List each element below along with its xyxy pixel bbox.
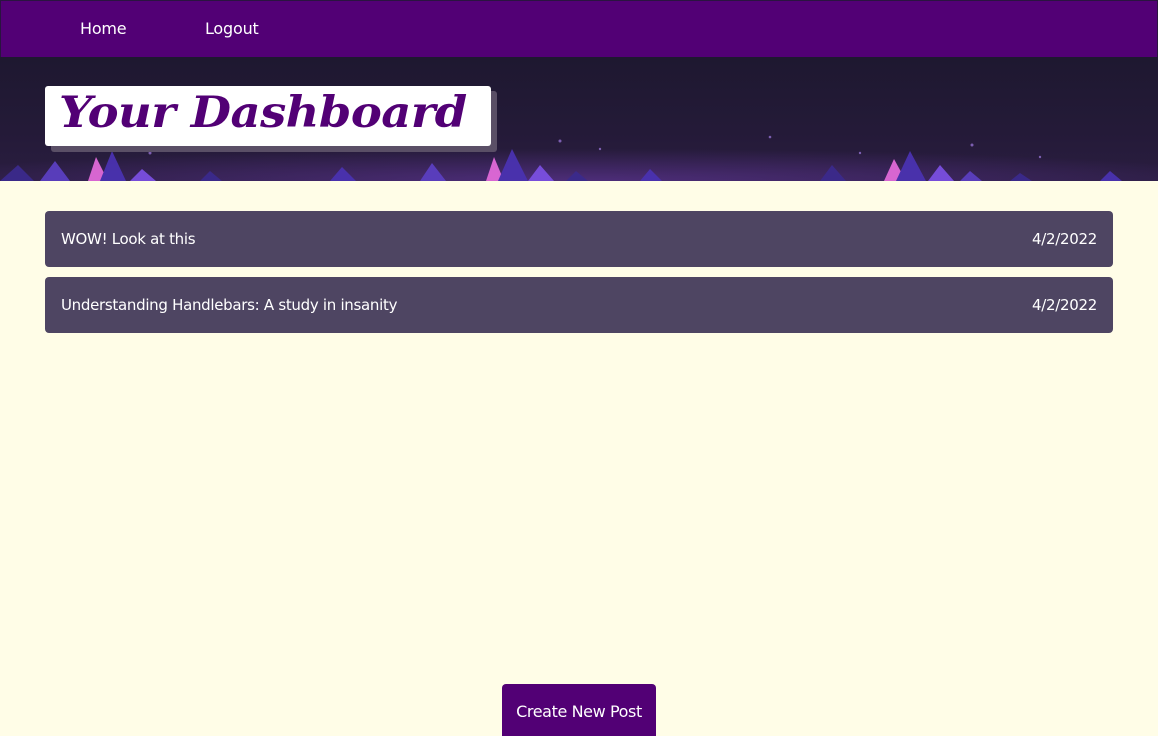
create-new-post-button[interactable]: Create New Post [502,684,656,736]
nav-link-logout[interactable]: Logout [205,19,259,38]
page-title: Your Dashboard [59,88,467,138]
header-banner: Your Dashboard [0,57,1158,181]
post-date: 4/2/2022 [1032,296,1097,314]
top-navbar: Home Logout [0,0,1158,57]
post-list: WOW! Look at this 4/2/2022 Understanding… [45,211,1113,343]
post-date: 4/2/2022 [1032,230,1097,248]
post-title: WOW! Look at this [61,230,196,248]
post-title: Understanding Handlebars: A study in ins… [61,296,398,314]
post-row[interactable]: WOW! Look at this 4/2/2022 [45,211,1113,267]
post-row[interactable]: Understanding Handlebars: A study in ins… [45,277,1113,333]
title-box: Your Dashboard [45,86,491,146]
nav-link-home[interactable]: Home [80,19,127,38]
